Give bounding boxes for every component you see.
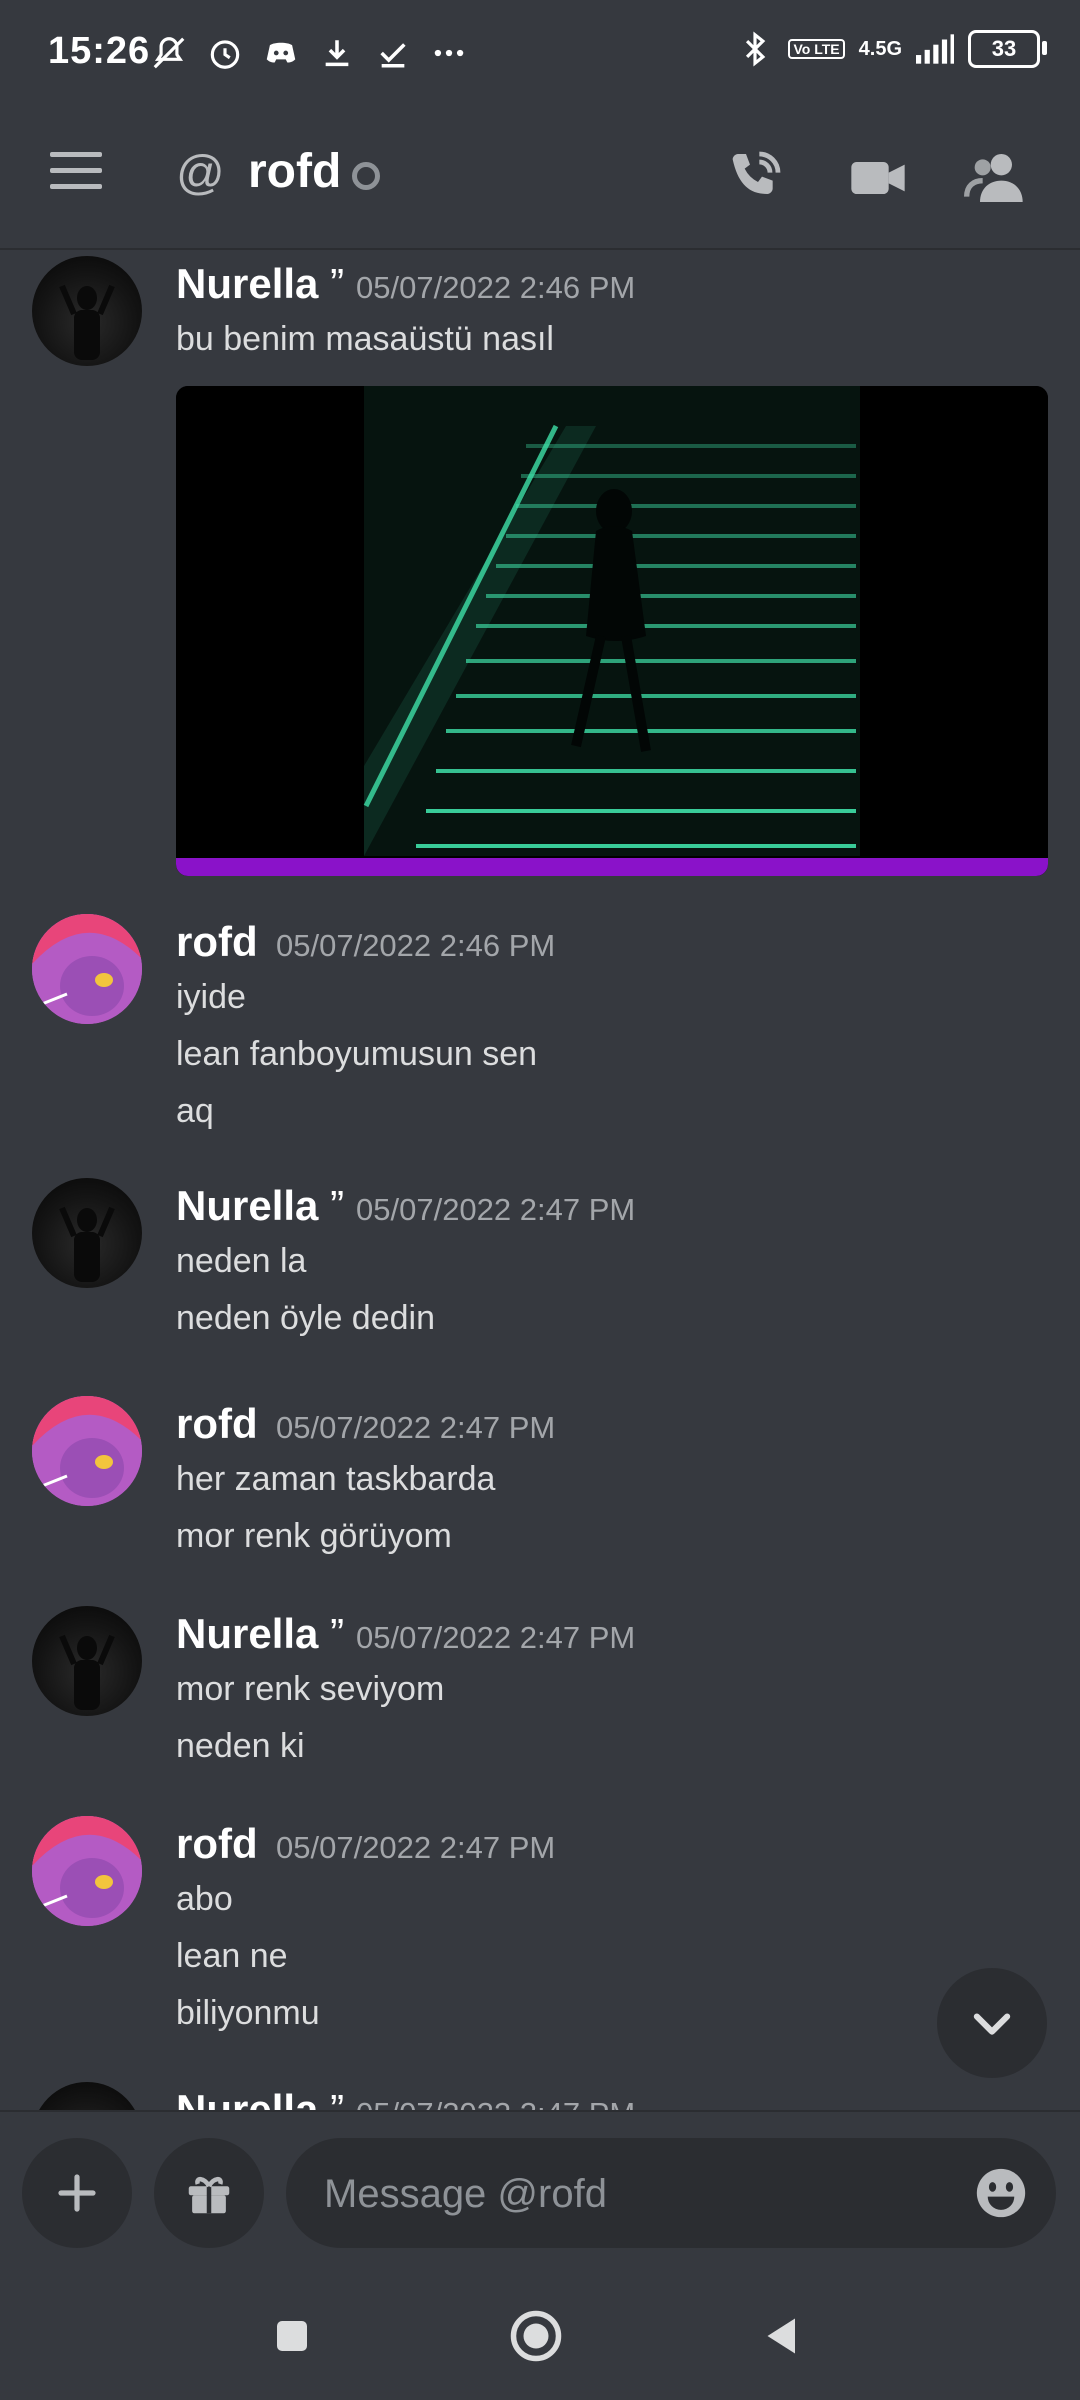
jump-to-latest-button[interactable] [937,1968,1047,2078]
home-button[interactable] [506,2306,566,2366]
plus-icon [58,2174,96,2212]
avatar[interactable] [32,256,142,366]
emoji-icon[interactable] [972,2164,1030,2222]
author-name[interactable]: Nurella [176,1182,318,1229]
recents-button[interactable] [262,2306,322,2366]
square-icon [277,2321,307,2351]
mute-icon [150,34,188,72]
image-attachment[interactable] [176,386,1048,876]
author-tag: ” [330,1610,345,1657]
discord-icon [262,34,300,72]
message-text: lean fanboyumusun sen [176,1035,538,1073]
message-text: iyide [176,978,246,1016]
battery-indicator: 33 [968,30,1047,68]
voice-call-button[interactable] [722,146,786,210]
message-text: mor renk seviyom [176,1670,445,1708]
offline-status-icon [352,162,380,190]
status-time: 15:26 [48,30,151,72]
message-input-placeholder: Message @rofd [324,2172,607,2216]
message-author[interactable]: Nurella ” [176,1610,344,1658]
message-text: biliyonmu [176,1994,320,2032]
system-nav-bar [0,2270,1080,2400]
message-text: aq [176,1092,214,1130]
video-call-button[interactable] [846,146,910,210]
message-timestamp: 05/07/2022 2:47 PM [356,1620,636,1655]
message-author[interactable]: Nurella ” [176,260,344,308]
author-name[interactable]: Nurella [176,2086,318,2110]
message-text: mor renk görüyom [176,1517,452,1555]
message-timestamp: 05/07/2022 2:47 PM [276,1410,556,1445]
channel-header: @ rofd [0,110,1080,250]
message-text: neden ki [176,1727,305,1765]
author-tag: ” [330,2086,345,2110]
members-button[interactable] [964,146,1028,210]
circle-icon [510,2310,562,2362]
avatar[interactable] [32,2082,142,2110]
message-author[interactable]: rofd [176,1400,258,1448]
author-tag: ” [330,1182,345,1229]
message-author[interactable]: rofd [176,1820,258,1868]
signal-icon [916,30,954,68]
status-icons-right: Vo LTE 4.5G 33 [736,30,1047,68]
message-author[interactable]: Nurella ” [176,2086,344,2110]
message-text: her zaman taskbarda [176,1460,496,1498]
add-attachment-button[interactable] [22,2138,132,2248]
download-icon [318,34,356,72]
message-text: neden la [176,1242,307,1280]
message-timestamp: 05/07/2022 2:46 PM [356,270,636,305]
message-composer: Message @rofd [0,2110,1080,2272]
status-icons-left [150,34,468,72]
author-name[interactable]: rofd [176,1400,258,1447]
network-label: 4.5G [858,37,902,60]
message-timestamp: 05/07/2022 2:46 PM [276,928,556,963]
message-text: abo [176,1880,233,1918]
menu-icon[interactable] [50,152,102,196]
chevron-down-icon [973,2013,1011,2035]
avatar[interactable] [32,1178,142,1288]
author-name[interactable]: Nurella [176,260,318,307]
message-timestamp: 05/07/2022 2:47 PM [356,1192,636,1227]
message-list[interactable]: Nurella ” 05/07/2022 2:46 PM bu benim ma… [0,250,1080,2110]
author-name[interactable]: rofd [176,918,258,965]
status-bar: 15:26 Vo LTE 4.5G 33 [0,0,1080,110]
channel-title: rofd [248,145,342,198]
avatar[interactable] [32,1396,142,1506]
avatar[interactable] [32,1606,142,1716]
message-timestamp: 05/07/2022 2:47 PM [356,2096,635,2110]
avatar[interactable] [32,1816,142,1926]
alarm-icon [206,34,244,72]
volte-label: Vo LTE [788,39,845,59]
gift-icon [188,2176,230,2214]
message-text: bu benim masaüstü nasıl [176,320,554,358]
author-name[interactable]: Nurella [176,1610,318,1657]
bluetooth-icon [736,30,774,68]
message-text: lean ne [176,1937,288,1975]
check-icon [374,34,412,72]
author-tag: ” [330,260,345,307]
message-text: neden öyle dedin [176,1299,436,1337]
author-name[interactable]: rofd [176,1820,258,1867]
back-button[interactable] [750,2306,810,2366]
message-timestamp: 05/07/2022 2:47 PM [276,1830,556,1865]
message-input[interactable]: Message @rofd [286,2138,1056,2248]
gift-button[interactable] [154,2138,264,2248]
message-author[interactable]: rofd [176,918,258,966]
message-author[interactable]: Nurella ” [176,1182,344,1230]
triangle-back-icon [767,2318,795,2354]
more-icon [430,34,468,72]
avatar[interactable] [32,914,142,1024]
at-icon: @ [176,147,225,200]
